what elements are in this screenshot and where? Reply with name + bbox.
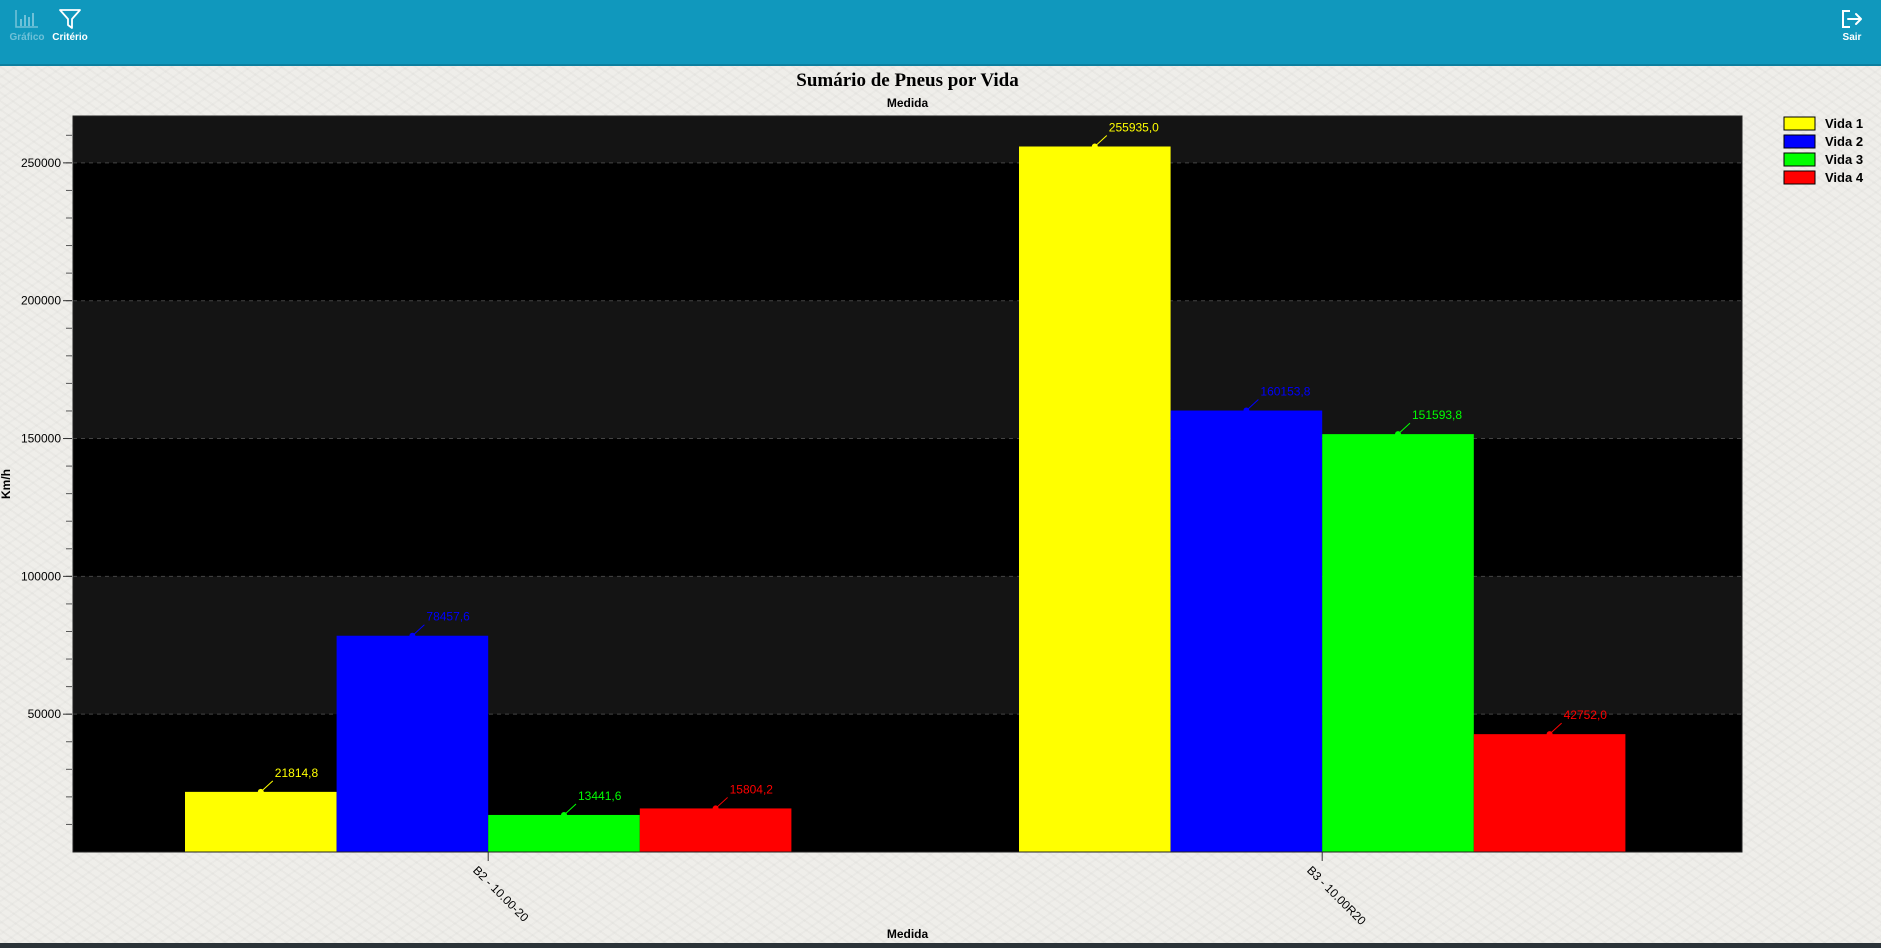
data-label: 21814,8 (275, 766, 319, 780)
x-tick-label: B2 - 10.00-20 (470, 863, 532, 925)
legend-swatch (1783, 170, 1816, 185)
data-label: 151593,8 (1412, 408, 1462, 422)
x-axis-label: Medida (887, 927, 929, 941)
data-label: 42752,0 (1564, 708, 1608, 722)
data-label: 255935,0 (1109, 121, 1159, 135)
data-label: 160153,8 (1260, 385, 1310, 399)
bar-vida-2 (336, 635, 489, 852)
legend-label: Vida 2 (1825, 134, 1863, 149)
data-label: 13441,6 (578, 789, 622, 803)
legend-swatch (1783, 116, 1816, 131)
bar-vida-4 (639, 808, 792, 852)
legend-swatch (1783, 152, 1816, 167)
bar-vida-1 (185, 791, 337, 852)
sair-label: Sair (1842, 32, 1862, 43)
filter-icon (59, 9, 81, 29)
sair-button[interactable]: Sair (1827, 8, 1877, 43)
grid-band (73, 116, 1742, 163)
top-toolbar: Gráfico Critério Sair (0, 0, 1881, 66)
y-axis-label: Km/h (0, 469, 13, 499)
bar-vida-1 (1019, 146, 1171, 852)
x-tick-label: B3 - 10.00R20 (1304, 863, 1369, 928)
bar-vida-3 (1322, 434, 1474, 852)
chart-subtitle: Medida (887, 96, 929, 110)
grid-band (73, 300, 1742, 439)
bar-chart-icon (15, 10, 38, 28)
legend-label: Vida 1 (1825, 116, 1863, 131)
data-label: 15804,2 (730, 782, 774, 796)
bar-chart: Sumário de Pneus por Vida Medida Medida Km/… (0, 70, 1864, 941)
bottom-border (0, 943, 1881, 948)
y-tick-label: 200000 (21, 294, 61, 308)
bar-vida-3 (488, 814, 640, 852)
logout-icon (1842, 10, 1862, 28)
legend-swatch (1783, 134, 1816, 149)
y-tick-label: 50000 (28, 707, 62, 721)
chart-title: Sumário de Pneus por Vida (796, 70, 1019, 91)
grid-band (73, 576, 1742, 715)
criterio-button[interactable]: Critério (45, 8, 95, 43)
data-label: 78457,6 (426, 610, 470, 624)
y-tick-label: 100000 (21, 569, 61, 583)
legend-label: Vida 4 (1825, 170, 1864, 185)
y-tick-label: 250000 (21, 156, 61, 170)
bar-vida-2 (1170, 410, 1323, 852)
legend-label: Vida 3 (1825, 152, 1863, 167)
y-tick-label: 150000 (21, 432, 61, 446)
criterio-label: Critério (52, 32, 88, 43)
bar-vida-4 (1473, 734, 1626, 852)
